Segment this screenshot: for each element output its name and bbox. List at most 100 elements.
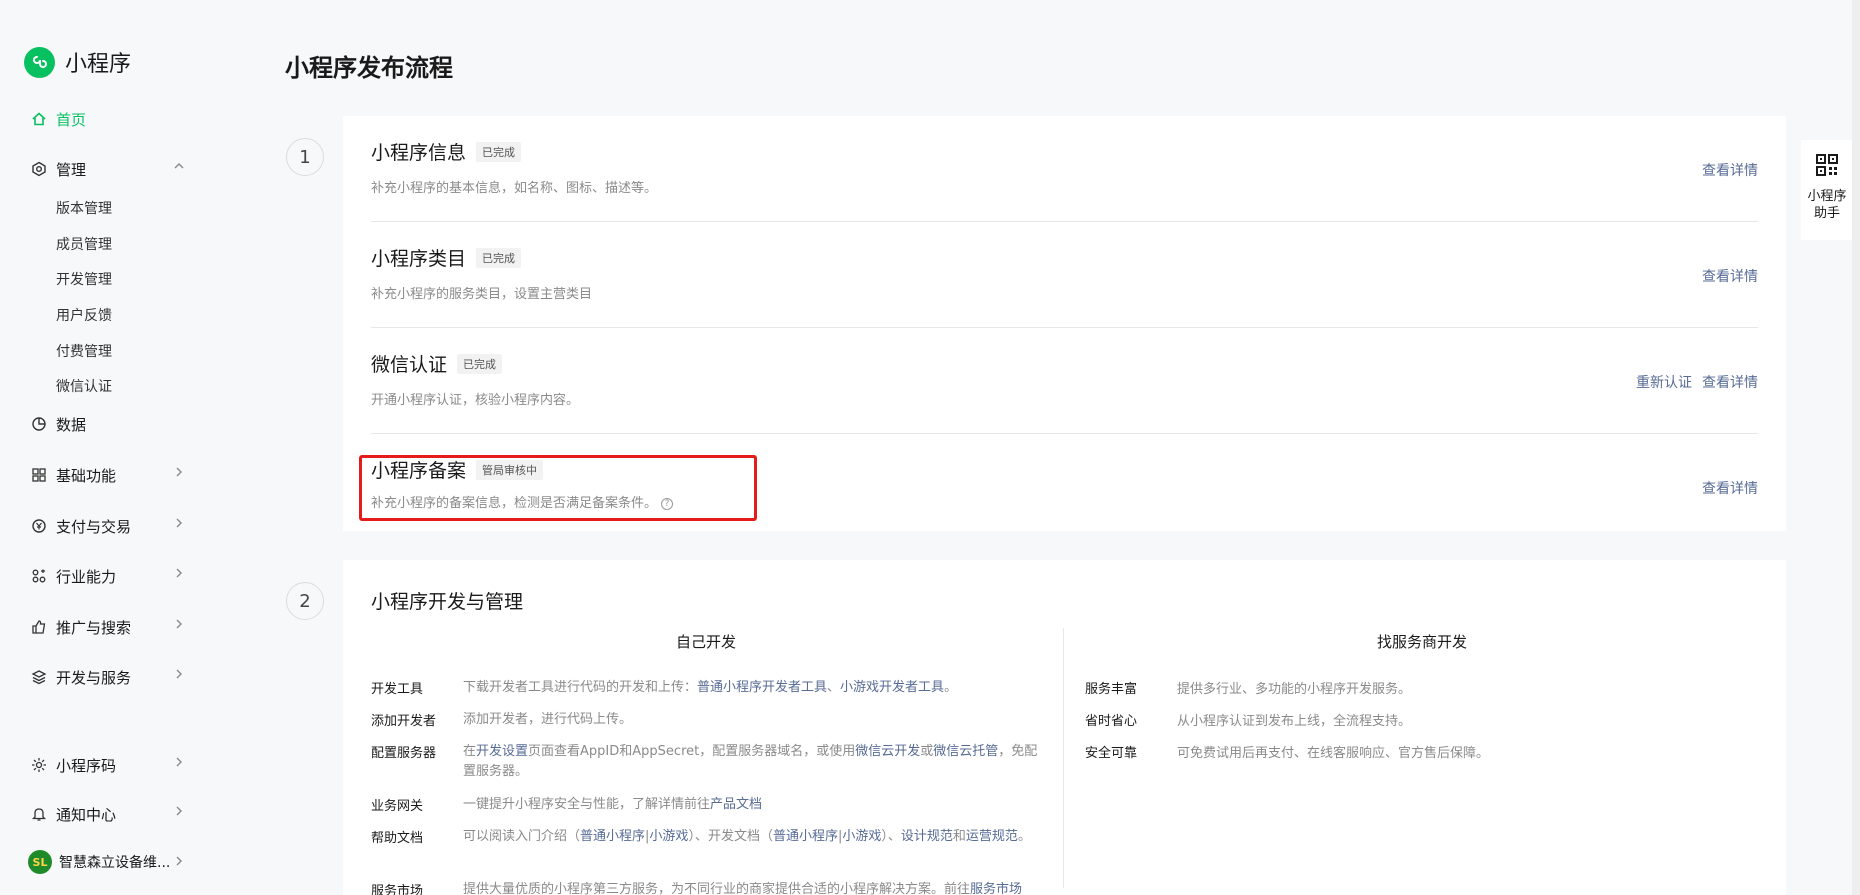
nav-manage-label: 管理 <box>56 160 87 179</box>
nav-qrcode[interactable]: 小程序码 <box>30 753 116 777</box>
item-value: 一键提升小程序安全与性能，了解详情前往 <box>463 797 711 812</box>
self-dev-heading: 自己开发 <box>676 633 737 651</box>
nav-promo[interactable]: 推广与搜索 <box>30 615 131 639</box>
sidebar-item-feedback[interactable]: 用户反馈 <box>56 305 112 325</box>
item-key: 帮助文档 <box>371 831 424 846</box>
view-details-link[interactable]: 查看详情 <box>1702 266 1758 286</box>
nav-qrcode-label: 小程序码 <box>56 756 117 775</box>
chevron-right-icon[interactable] <box>173 855 185 871</box>
sidebar-item-version[interactable]: 版本管理 <box>56 198 112 218</box>
sidebar-item-wechat-verify[interactable]: 微信认证 <box>56 376 112 396</box>
account-menu[interactable]: SL 智慧森立设备维... <box>28 850 170 874</box>
nav-dev[interactable]: 开发与服务 <box>30 665 131 689</box>
nav-home[interactable]: 首页 <box>30 107 86 131</box>
row-title: 微信认证 <box>371 354 448 376</box>
item-value: 可以阅读入门介绍（ <box>463 829 581 844</box>
item-value: 可免费试用后再支付、在线客服响应、官方售后保障。 <box>1177 746 1490 761</box>
app-logo[interactable]: 小程序 <box>24 46 131 78</box>
nav-pay-label: 支付与交易 <box>56 517 132 536</box>
link[interactable]: 普通小程序 <box>773 829 838 844</box>
chevron-up-icon[interactable] <box>173 160 185 176</box>
list-item: 小程序信息 已完成 补充小程序的基本信息，如名称、图标、描述等。 查看详情 <box>371 116 1758 222</box>
sidebar-item-members[interactable]: 成员管理 <box>56 234 112 254</box>
qr-code-icon <box>1816 154 1838 180</box>
nav-data-label: 数据 <box>56 415 87 434</box>
status-badge: 已完成 <box>476 141 522 162</box>
view-details-link[interactable]: 查看详情 <box>1702 478 1758 498</box>
assistant-label: 小程序助手 <box>1807 189 1847 221</box>
row-desc: 补充小程序的基本信息，如名称、图标、描述等。 <box>371 181 658 196</box>
step-number-2: 2 <box>286 582 324 620</box>
nav-notify[interactable]: 通知中心 <box>30 802 116 826</box>
item-value: 提供多行业、多功能的小程序开发服务。 <box>1177 682 1412 697</box>
nav-industry-label: 行业能力 <box>56 567 117 586</box>
chevron-right-icon[interactable] <box>173 805 185 821</box>
industry-icon <box>30 568 47 585</box>
sidebar-item-paid[interactable]: 付费管理 <box>56 341 112 361</box>
home-icon <box>30 111 47 128</box>
step-number-1: 1 <box>286 138 324 176</box>
scrollbar[interactable] <box>1852 0 1860 895</box>
item-value: 从小程序认证到发布上线，全流程支持。 <box>1177 714 1412 729</box>
item-value: ）、 <box>881 829 901 844</box>
link[interactable]: 小游戏 <box>842 829 881 844</box>
page-title: 小程序发布流程 <box>285 54 453 82</box>
nav-promo-label: 推广与搜索 <box>56 618 132 637</box>
link[interactable]: 服务市场 <box>970 882 1022 895</box>
item-value: 。 <box>944 680 958 695</box>
chevron-right-icon[interactable] <box>173 668 185 684</box>
link[interactable]: 运营规范 <box>966 829 1018 844</box>
link[interactable]: 小游戏开发者工具 <box>840 680 944 695</box>
nav-data[interactable]: 数据 <box>30 412 86 436</box>
gear-icon <box>30 161 47 178</box>
link[interactable]: 普通小程序开发者工具 <box>697 680 827 695</box>
nav-notify-label: 通知中心 <box>56 805 117 824</box>
nav-basic[interactable]: 基础功能 <box>30 463 116 487</box>
column-divider <box>1063 628 1064 888</box>
chevron-right-icon[interactable] <box>173 466 185 482</box>
step2-card: 小程序开发与管理 自己开发 找服务商开发 开发工具 下载开发者工具进行代码的开发… <box>343 560 1786 895</box>
assistant-widget[interactable]: 小程序助手 <box>1801 140 1853 240</box>
chevron-right-icon[interactable] <box>173 618 185 634</box>
list-item: 微信认证 已完成 开通小程序认证，核验小程序内容。 重新认证 查看详情 <box>371 328 1758 434</box>
item-key: 安全可靠 <box>1085 746 1138 761</box>
row-desc: 补充小程序的服务类目，设置主营类目 <box>371 287 593 302</box>
nav-home-label: 首页 <box>56 110 87 129</box>
item-value: 下载开发者工具进行代码的开发和上传： <box>463 680 698 695</box>
view-details-link[interactable]: 查看详情 <box>1702 372 1758 392</box>
chevron-right-icon[interactable] <box>173 567 185 583</box>
pie-chart-icon <box>30 416 47 433</box>
account-name: 智慧森立设备维... <box>59 855 171 871</box>
item-key: 省时省心 <box>1085 714 1138 729</box>
link[interactable]: 开发设置 <box>476 744 528 759</box>
nav-pay[interactable]: 支付与交易 <box>30 514 131 538</box>
item-value: 、 <box>827 680 841 695</box>
section-title: 小程序开发与管理 <box>371 591 524 613</box>
item-value: 页面查看AppID和AppSecret，配置服务器域名，或使用 <box>528 744 856 759</box>
link[interactable]: 微信云托管 <box>933 744 998 759</box>
chevron-right-icon[interactable] <box>173 517 185 533</box>
item-value: 提供大量优质的小程序第三方服务，为不同行业的商家提供合适的小程序解决方案。前往 <box>463 882 971 895</box>
item-key: 业务网关 <box>371 799 424 814</box>
item-key: 配置服务器 <box>371 746 437 761</box>
link[interactable]: 小游戏 <box>649 829 688 844</box>
sidebar: 小程序 首页 管理 版本管理 成员管理 开发管理 用户反馈 付费管理 微信认证 … <box>0 0 218 895</box>
sun-icon <box>30 757 47 774</box>
yen-icon <box>30 518 47 535</box>
nav-industry[interactable]: 行业能力 <box>30 564 116 588</box>
sidebar-item-dev-manage[interactable]: 开发管理 <box>56 269 112 289</box>
link[interactable]: 微信云开发 <box>855 744 920 759</box>
item-key: 服务丰富 <box>1085 682 1138 697</box>
chevron-right-icon[interactable] <box>173 756 185 772</box>
item-value: ）、开发文档（ <box>688 829 773 844</box>
provider-dev-heading: 找服务商开发 <box>1377 633 1468 651</box>
view-details-link[interactable]: 查看详情 <box>1702 160 1758 180</box>
link[interactable]: 产品文档 <box>710 797 762 812</box>
reverify-link[interactable]: 重新认证 <box>1636 372 1692 392</box>
item-key: 服务市场 <box>371 884 424 895</box>
link[interactable]: 设计规范 <box>901 829 953 844</box>
row-desc: 开通小程序认证，核验小程序内容。 <box>371 393 580 408</box>
miniprogram-logo-icon <box>24 46 55 78</box>
link[interactable]: 普通小程序 <box>580 829 645 844</box>
nav-manage[interactable]: 管理 <box>30 157 86 181</box>
